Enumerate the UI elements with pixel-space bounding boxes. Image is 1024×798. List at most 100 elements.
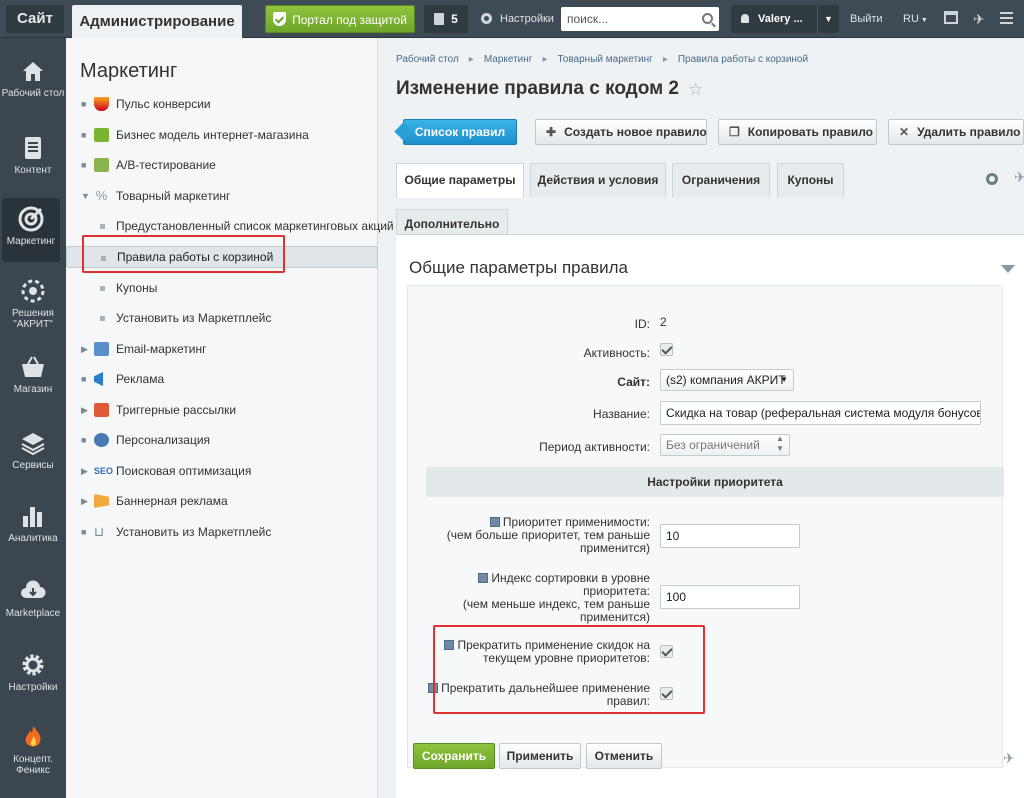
nav-item-solutions[interactable]: Решения "АКРИТ" [0,278,66,330]
menu-item-advertising[interactable]: ■ Реклама [66,368,378,390]
menu-item-product-marketing[interactable]: ▼% Товарный маркетинг [66,185,378,207]
menu-item-coupons[interactable]: Купоны [66,277,378,299]
pin-icon[interactable]: ✈ [973,5,985,33]
pin-icon[interactable]: ✈ [1014,169,1024,186]
logout-link[interactable]: Выйти [850,5,883,33]
tab-coupons[interactable]: Купоны [777,163,844,197]
site-select[interactable]: (s2) компания АКРИТ ▼ [660,369,794,391]
menu-item-preset-promotions[interactable]: Предустановленный список маркетинговых а… [66,215,394,237]
id-label: ID: [634,317,650,331]
basket-icon [22,356,44,377]
menu-item-install-marketplace[interactable]: ■ ⊔ Установить из Маркетплейс [66,521,378,543]
hint-icon[interactable] [478,573,489,583]
breadcrumb-separator-icon: ▸ [662,54,668,65]
section-title: Общие параметры правила [409,258,628,277]
label-line: (чем меньше индекс, тем раньше [462,597,650,611]
breadcrumb-item[interactable]: Маркетинг [484,54,533,65]
tab-general[interactable]: Общие параметры [396,163,524,198]
nav-item-shop[interactable]: Магазин [0,354,66,395]
nav-item-marketplace[interactable]: Marketplace [0,578,66,619]
menu-item-banner-ads[interactable]: ▶ Баннерная реклама [66,490,378,512]
active-checkbox[interactable] [660,343,673,356]
period-select[interactable]: Без ограничений ▲ ▼ [660,434,790,456]
favorite-star-icon[interactable]: ☆ [688,80,703,100]
chevron-down-icon[interactable]: ▼ [817,5,839,33]
tab-restrictions[interactable]: Ограничения [672,163,770,197]
menu-item-ab-testing[interactable]: ■ A/B-тестирование [66,154,378,176]
settings-link[interactable]: Настройки [481,5,554,33]
language-select[interactable]: RU ▼ [903,5,928,33]
home-icon [23,62,43,81]
collapsed-arrow-icon[interactable]: ▶ [81,490,88,512]
menu-item-label: A/B-тестирование [116,158,216,172]
user-menu-button[interactable]: Valery ... ▼ [731,5,839,33]
save-button[interactable]: Сохранить [413,743,495,769]
name-input[interactable]: Скидка на товар (реферальная система мод… [660,401,981,425]
menu-item-personalization[interactable]: ■ Персонализация [66,429,378,451]
main-navigation: Рабочий стол Контент Маркетинг Решения "… [0,38,66,798]
ab-test-icon [94,158,109,172]
close-icon: ✕ [899,125,910,139]
menu-item-label: Установить из Маркетплейс [116,311,272,325]
period-select-value: Без ограничений [666,438,760,452]
site-tab[interactable]: Сайт [6,5,64,33]
notifications-button[interactable]: 5 [424,5,468,33]
tab-actions-conditions[interactable]: Действия и условия [530,163,666,197]
apply-button[interactable]: Применить [499,743,581,769]
nav-label: Сервисы [12,460,54,471]
hamburger-menu-icon[interactable] [1000,12,1013,24]
search-icon[interactable] [702,13,713,24]
priority-section-header: Настройки приоритета [426,467,1004,497]
menu-item-conversion-pulse[interactable]: ■ Пульс конверсии [66,93,378,115]
button-label: Копировать правило [747,125,873,139]
menu-item-business-model[interactable]: ■ Бизнес модель интернет-магазина [66,124,378,146]
label-line: Индекс сортировки в уровне [491,571,650,585]
copy-rule-button[interactable]: ❐ Копировать правило [718,119,877,145]
cloud-download-icon [21,580,46,598]
gear-icon[interactable] [986,173,998,185]
menu-item-install-marketplace-sub[interactable]: Установить из Маркетплейс [66,307,378,329]
menu-item-label: Предустановленный список маркетинговых а… [116,219,394,233]
cancel-button[interactable]: Отменить [586,743,662,769]
nav-item-settings[interactable]: Настройки [0,652,66,693]
collapsed-arrow-icon[interactable]: ▶ [81,399,88,421]
collapse-arrow-icon[interactable] [1001,265,1015,273]
document-icon [25,137,41,159]
menu-item-trigger-mailings[interactable]: ▶ Триггерные рассылки [66,399,378,421]
create-rule-button[interactable]: ✚ Создать новое правило [535,119,707,145]
menu-item-seo[interactable]: ▶ SEO Поисковая оптимизация [66,460,378,482]
language-label: RU [903,13,919,25]
pin-icon[interactable]: ✈ [1003,750,1015,767]
priority-input[interactable]: 10 [660,524,800,548]
search-input[interactable]: поиск... [561,7,719,31]
breadcrumb-separator-icon: ▸ [542,54,548,65]
breadcrumb-item[interactable]: Рабочий стол [396,54,459,65]
collapsed-arrow-icon[interactable]: ▶ [81,460,88,482]
nav-label: Концепт. Феникс [13,754,53,776]
menu-item-label: Триггерные рассылки [116,403,237,417]
nav-item-phoenix[interactable]: Концепт. Феникс [0,724,66,776]
sort-index-input[interactable]: 100 [660,585,800,609]
copy-icon: ❐ [729,125,740,139]
breadcrumb-item[interactable]: Товарный маркетинг [557,54,652,65]
rules-list-button[interactable]: Список правил [403,119,517,145]
expanded-arrow-icon[interactable]: ▼ [81,185,90,207]
portal-label: Портал под защитой [292,13,407,27]
breadcrumb-item[interactable]: Правила работы с корзиной [678,54,808,65]
portal-protected-button[interactable]: Портал под защитой [265,5,415,33]
highlight-box [433,625,705,714]
menu-item-email-marketing[interactable]: ▶ Email-маркетинг [66,338,378,360]
nav-item-content[interactable]: Контент [0,135,66,176]
nav-item-analytics[interactable]: Аналитика [0,503,66,544]
target-icon [18,206,44,232]
delete-rule-button[interactable]: ✕ Удалить правило [888,119,1024,145]
nav-item-marketing[interactable]: Маркетинг [2,198,60,262]
nav-item-desktop[interactable]: Рабочий стол [0,58,66,99]
banner-icon [94,494,109,508]
admin-tab[interactable]: Администрирование [72,5,242,38]
collapsed-arrow-icon[interactable]: ▶ [81,338,88,360]
window-icon[interactable] [944,11,958,24]
hint-icon[interactable] [489,517,500,527]
nav-item-services[interactable]: Сервисы [0,430,66,471]
nav-label: Магазин [13,384,53,395]
